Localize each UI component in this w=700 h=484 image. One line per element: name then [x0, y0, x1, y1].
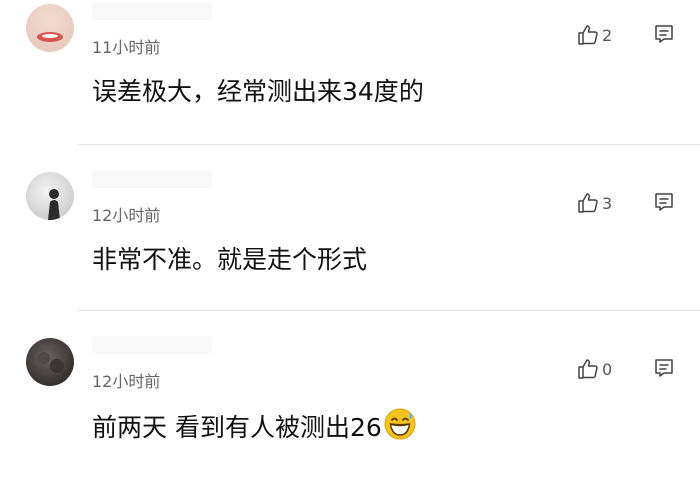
thumbs-up-icon [576, 23, 600, 47]
username-blurred [92, 336, 212, 354]
like-button[interactable]: 2 [576, 22, 612, 48]
reply-button[interactable] [652, 190, 676, 214]
comment-text: 前两天 看到有人被测出26 [92, 413, 382, 442]
like-button[interactable]: 0 [576, 356, 612, 382]
reply-button[interactable] [652, 22, 676, 46]
like-count: 0 [602, 359, 613, 379]
comment-text: 误差极大，经常测出来34度的 [92, 77, 424, 106]
comment-time: 11小时前 [92, 38, 161, 57]
avatar[interactable] [26, 172, 74, 220]
comment-time: 12小时前 [92, 206, 161, 225]
comment-item: 11小时前 2 误差极大，经常测出来34度的 [0, 0, 700, 150]
like-count: 2 [602, 25, 613, 45]
username-blurred [92, 2, 212, 20]
avatar[interactable] [26, 4, 74, 52]
comment-item: 12小时前 3 非常不准。就是走个形式 [0, 168, 700, 318]
avatar[interactable] [26, 338, 74, 386]
comment-time: 12小时前 [92, 372, 161, 391]
thumbs-up-icon [576, 357, 600, 381]
comment-icon [652, 22, 676, 46]
thumbs-up-icon [576, 191, 600, 215]
grinning-sweat-emoji [384, 408, 416, 450]
comment-text-wrap: 前两天 看到有人被测出26 [92, 408, 416, 450]
username-blurred [92, 170, 212, 188]
like-button[interactable]: 3 [576, 190, 612, 216]
comment-icon [652, 356, 676, 380]
reply-button[interactable] [652, 356, 676, 380]
comment-item: 12小时前 0 前两天 看到有人被测出26 [0, 334, 700, 484]
comment-icon [652, 190, 676, 214]
comment-text: 非常不准。就是走个形式 [92, 245, 368, 274]
like-count: 3 [602, 193, 613, 213]
divider [78, 310, 700, 311]
divider [78, 144, 700, 145]
